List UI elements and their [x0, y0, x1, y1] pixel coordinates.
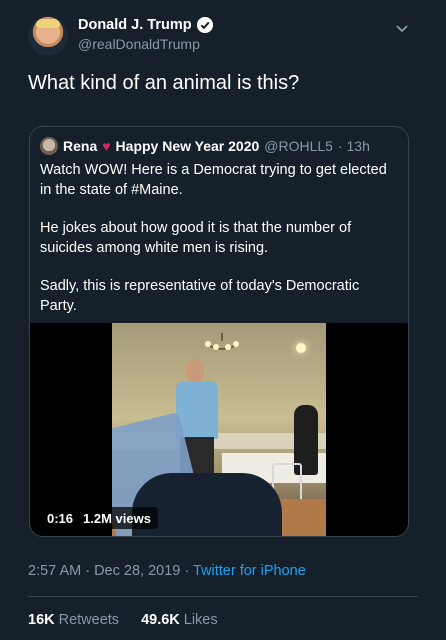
video-frame — [112, 323, 326, 536]
quoted-text: Watch WOW! Here is a Democrat trying to … — [40, 161, 396, 335]
tweet-meta: 2:57 AM · Dec 28, 2019 · Twitter for iPh… — [28, 563, 306, 579]
likes-label: Likes — [183, 612, 218, 628]
likes-count: 49.6K — [141, 612, 180, 628]
quoted-time: · 13h — [337, 138, 370, 154]
tweet-source-link[interactable]: Twitter for iPhone — [193, 563, 306, 579]
quoted-tweet-header: Rena ♥ Happy New Year 2020 @ROHLL5 · 13h — [40, 137, 370, 155]
quoted-paragraph: He jokes about how good it is that the n… — [40, 220, 352, 256]
author-handle[interactable]: @realDonaldTrump — [78, 36, 213, 52]
display-name[interactable]: Donald J. Trump — [78, 17, 192, 33]
tweet-header: Donald J. Trump @realDonaldTrump — [28, 14, 418, 58]
verified-badge-icon — [196, 17, 213, 33]
divider — [28, 596, 418, 597]
tweet-timestamp[interactable]: 2:57 AM · Dec 28, 2019 · — [28, 563, 193, 579]
video-player[interactable]: 0:16 1.2M views — [30, 323, 408, 536]
author-names: Donald J. Trump @realDonaldTrump — [78, 17, 213, 52]
tweet-text: What kind of an animal is this? — [28, 72, 300, 94]
heart-emoji-icon: ♥ — [102, 138, 111, 154]
avatar[interactable] — [28, 16, 68, 56]
quoted-paragraph: Sadly, this is representative of today's… — [40, 278, 360, 314]
retweets-count: 16K — [28, 612, 55, 628]
tweet-stats: 16K Retweets 49.6K Likes — [28, 612, 218, 628]
chevron-down-icon[interactable] — [392, 18, 412, 38]
video-duration: 0:16 — [47, 510, 74, 526]
quoted-paragraph: Watch WOW! Here is a Democrat trying to … — [40, 162, 387, 198]
display-name-row: Donald J. Trump — [78, 17, 213, 33]
quoted-tweet[interactable]: Rena ♥ Happy New Year 2020 @ROHLL5 · 13h… — [29, 126, 409, 537]
quoted-name-suffix: Happy New Year 2020 — [115, 138, 260, 154]
video-duration-badge: 0:16 1.2M views — [40, 507, 158, 529]
likes-stat[interactable]: 49.6K Likes — [141, 612, 218, 628]
retweets-stat[interactable]: 16K Retweets — [28, 612, 119, 628]
quoted-avatar — [40, 137, 58, 155]
retweets-label: Retweets — [58, 612, 120, 628]
quoted-name-prefix: Rena — [63, 138, 98, 154]
video-views: 1.2M views — [83, 510, 151, 526]
chandelier-icon — [205, 333, 239, 350]
quoted-handle: @ROHLL5 — [264, 138, 333, 154]
